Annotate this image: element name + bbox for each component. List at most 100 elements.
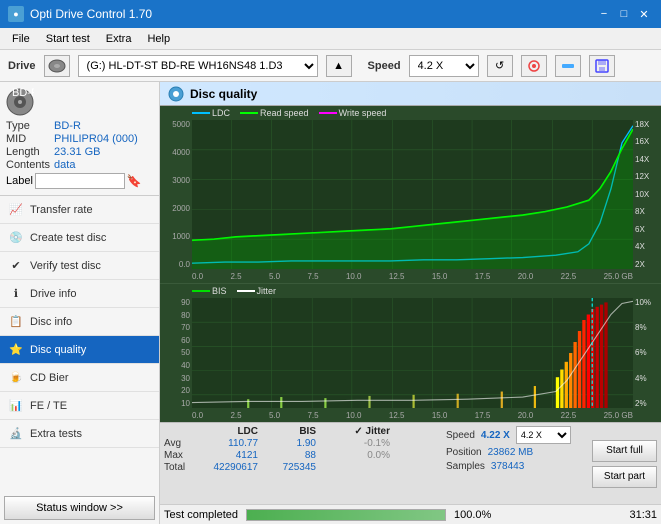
cd-bier-icon: 🍺 <box>8 370 24 386</box>
jitter-col-header: ✓ Jitter <box>322 426 390 437</box>
top-chart-svg <box>192 120 633 269</box>
sidebar-item-label-transfer-rate: Transfer rate <box>30 204 93 216</box>
avg-row: Avg 110.77 1.90 -0.1% <box>164 438 440 449</box>
main-area: BD-R Type BD-R MID PHILIPR04 (000) Lengt… <box>0 82 661 524</box>
mid-value: PHILIPR04 (000) <box>54 133 153 145</box>
status-text: Test completed <box>164 509 238 521</box>
speed-select[interactable]: 4.2 X <box>409 55 479 77</box>
sidebar-item-cd-bier[interactable]: 🍺 CD Bier <box>0 364 159 392</box>
label-icon: 🔖 <box>127 174 142 188</box>
max-row-label: Max <box>164 450 196 461</box>
ldc-col-header: LDC <box>196 426 264 437</box>
sidebar-item-disc-info[interactable]: 📋 Disc info <box>0 308 159 336</box>
fe-te-icon: 📊 <box>8 398 24 414</box>
sidebar-item-label-verify: Verify test disc <box>30 260 101 272</box>
sidebar-item-drive-info[interactable]: ℹ Drive info <box>0 280 159 308</box>
status-time: 31:31 <box>629 509 657 521</box>
sidebar: BD-R Type BD-R MID PHILIPR04 (000) Lengt… <box>0 82 160 524</box>
max-bis-val: 88 <box>264 450 322 461</box>
avg-row-label: Avg <box>164 438 196 449</box>
ldc-legend-label: LDC <box>212 108 230 118</box>
sidebar-item-verify-test-disc[interactable]: ✔ Verify test disc <box>0 252 159 280</box>
position-label: Position <box>446 447 482 458</box>
svg-text:BD-R: BD-R <box>12 88 34 99</box>
disc-quality-header: Disc quality <box>160 82 661 106</box>
disc-quality-header-icon <box>168 86 184 102</box>
total-row-label: Total <box>164 462 196 473</box>
settings-button[interactable] <box>521 55 547 77</box>
max-ldc-val: 4121 <box>196 450 264 461</box>
bottom-y-axis-right: 10% 8% 6% 4% 2% <box>633 298 661 408</box>
progress-fill <box>247 510 445 520</box>
menu-bar: File Start test Extra Help <box>0 28 661 50</box>
charts-wrapper: LDC Read speed Write speed 5000 4000 <box>160 106 661 422</box>
position-row: Position 23862 MB <box>446 447 586 458</box>
sidebar-item-fe-te[interactable]: 📊 FE / TE <box>0 392 159 420</box>
disc-info-icon: 📋 <box>8 314 24 330</box>
app-title: Opti Drive Control 1.70 <box>30 7 152 21</box>
sidebar-item-label-disc-info: Disc info <box>30 316 72 328</box>
speed-stat-value: 4.22 X <box>481 430 510 441</box>
samples-row: Samples 378443 <box>446 461 586 472</box>
disc-panel: BD-R Type BD-R MID PHILIPR04 (000) Lengt… <box>0 82 159 196</box>
refresh-button[interactable]: ↺ <box>487 55 513 77</box>
sidebar-item-label-cd-bier: CD Bier <box>30 372 69 384</box>
speed-stat-dropdown[interactable]: 4.2 X <box>516 426 571 444</box>
verify-test-disc-icon: ✔ <box>8 258 24 274</box>
drive-icon <box>44 55 70 77</box>
progress-percent: 100.0% <box>454 509 491 521</box>
sidebar-item-create-test-disc[interactable]: 💿 Create test disc <box>0 224 159 252</box>
bottom-chart: BIS Jitter 90 80 70 60 50 40 30 20 <box>160 283 661 422</box>
speed-row: Speed 4.22 X 4.2 X <box>446 426 586 444</box>
bis-col-header: BIS <box>264 426 322 437</box>
menu-help[interactable]: Help <box>139 31 178 47</box>
max-jitter-val: 0.0% <box>322 450 390 461</box>
type-label: Type <box>6 120 50 132</box>
drive-select[interactable]: (G:) HL-DT-ST BD-RE WH16NS48 1.D3 <box>78 55 318 77</box>
sidebar-item-transfer-rate[interactable]: 📈 Transfer rate <box>0 196 159 224</box>
menu-file[interactable]: File <box>4 31 38 47</box>
total-bis-val: 725345 <box>264 462 322 473</box>
transfer-rate-icon: 📈 <box>8 202 24 218</box>
sidebar-item-extra-tests[interactable]: 🔬 Extra tests <box>0 420 159 448</box>
menu-start-test[interactable]: Start test <box>38 31 98 47</box>
right-stats: Speed 4.22 X 4.2 X Position 23862 MB Sam… <box>446 426 586 501</box>
menu-extra[interactable]: Extra <box>98 31 140 47</box>
progress-container <box>246 509 446 521</box>
max-row: Max 4121 88 0.0% <box>164 450 440 461</box>
disc-info-grid: Type BD-R MID PHILIPR04 (000) Length 23.… <box>6 120 153 171</box>
label-input[interactable] <box>35 173 125 189</box>
maximize-button[interactable]: □ <box>615 5 633 23</box>
sidebar-item-disc-quality[interactable]: ⭐ Disc quality <box>0 336 159 364</box>
close-button[interactable]: ✕ <box>635 5 653 23</box>
start-part-button[interactable]: Start part <box>592 466 657 488</box>
start-buttons: Start full Start part <box>592 426 657 501</box>
eject-button[interactable]: ▲ <box>326 55 352 77</box>
samples-label: Samples <box>446 461 485 472</box>
sidebar-item-label-disc-quality: Disc quality <box>30 344 86 356</box>
top-chart: LDC Read speed Write speed 5000 4000 <box>160 106 661 283</box>
avg-ldc-val: 110.77 <box>196 438 264 449</box>
label-field-label: Label <box>6 175 33 187</box>
drive-row: Drive (G:) HL-DT-ST BD-RE WH16NS48 1.D3 … <box>0 50 661 82</box>
contents-value: data <box>54 159 153 171</box>
tools-button[interactable] <box>555 55 581 77</box>
contents-label: Contents <box>6 159 50 171</box>
stats-table: LDC BIS ✓ Jitter Avg 110.77 1.90 -0.1% M… <box>164 426 440 501</box>
bottom-legend: BIS Jitter <box>192 286 276 296</box>
bis-legend-label: BIS <box>212 286 227 296</box>
start-full-button[interactable]: Start full <box>592 440 657 462</box>
save-button[interactable] <box>589 55 615 77</box>
speed-label: Speed <box>368 60 401 72</box>
status-window-button[interactable]: Status window >> <box>4 496 155 520</box>
speed-stat-label: Speed <box>446 430 475 441</box>
disc-quality-icon: ⭐ <box>8 342 24 358</box>
top-x-axis: 0.0 2.5 5.0 7.5 10.0 12.5 15.0 17.5 20.0… <box>192 272 633 281</box>
samples-value: 378443 <box>491 461 524 472</box>
length-value: 23.31 GB <box>54 146 153 158</box>
disc-icon: BD-R <box>6 88 34 116</box>
content-area: Disc quality LDC Read speed <box>160 82 661 524</box>
sidebar-item-label-create-test: Create test disc <box>30 232 106 244</box>
minimize-button[interactable]: − <box>595 5 613 23</box>
mid-label: MID <box>6 133 50 145</box>
